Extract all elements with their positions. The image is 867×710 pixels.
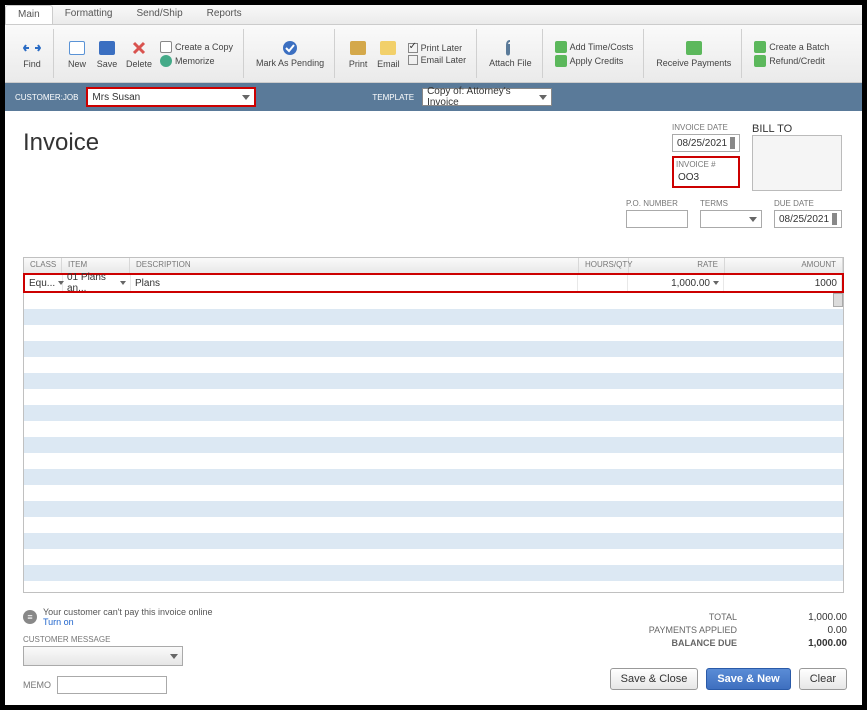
template-select[interactable]: Copy of: Attorney's Invoice [422,88,552,106]
totals: TOTAL1,000.00 PAYMENTS APPLIED0.00 BALAN… [649,611,847,650]
attach-button[interactable]: Attach File [485,37,536,70]
cell-hrs[interactable] [578,275,628,291]
create-batch-button[interactable]: Create a Batch [754,41,829,53]
save-new-button[interactable]: Save & New [706,668,790,690]
bill-to-label: BILL TO [752,123,842,135]
delete-button[interactable]: Delete [122,37,156,71]
disk-icon [98,39,116,57]
grid-row[interactable]: Equ... 01 Plans an... Plans 1,000.00 100… [25,275,842,291]
create-copy-button[interactable]: Create a Copy [160,41,233,53]
memo-input[interactable] [57,676,167,694]
memo-label: MEMO [23,680,51,690]
cell-desc[interactable]: Plans [131,275,578,291]
save-button[interactable]: Save [92,37,122,71]
calendar-icon [832,213,837,225]
col-item[interactable]: ITEM [62,258,130,273]
apply-credits-button[interactable]: Apply Credits [555,55,634,67]
memorize-button[interactable]: Memorize [160,55,233,67]
find-button[interactable]: Find [17,37,47,71]
col-desc[interactable]: DESCRIPTION [130,258,579,273]
paperclip-icon [501,39,519,57]
cell-item[interactable]: 01 Plans an... [63,275,131,291]
invoice-date-input[interactable]: 08/25/2021 [672,134,740,152]
tab-bar: Main Formatting Send/Ship Reports [5,5,862,25]
envelope-icon [379,39,397,57]
cell-amount[interactable]: 1000 [724,275,842,291]
clear-button[interactable]: Clear [799,668,847,690]
refund-button[interactable]: Refund/Credit [754,55,829,67]
terms-select[interactable] [700,210,762,228]
arrows-icon [23,39,41,57]
tab-main[interactable]: Main [5,5,53,24]
tab-reports[interactable]: Reports [195,5,254,24]
po-label: P.O. NUMBER [626,199,688,208]
x-icon [130,39,148,57]
scroll-handle[interactable] [833,293,843,307]
print-later-checkbox[interactable]: Print Later [408,43,467,53]
mark-pending-button[interactable]: Mark As Pending [252,37,328,70]
caret-icon [539,95,547,100]
caret-icon [120,281,126,285]
cell-class[interactable]: Equ... [25,275,63,291]
col-amount[interactable]: AMOUNT [725,258,843,273]
col-rate[interactable]: RATE [629,258,725,273]
grid-body[interactable] [23,293,844,593]
check-circle-icon [281,39,299,57]
caret-icon [749,217,757,222]
save-close-button[interactable]: Save & Close [610,668,699,690]
invoice-date-label: INVOICE DATE [672,123,740,132]
terms-label: TERMS [700,199,762,208]
po-input[interactable] [626,210,688,228]
print-button[interactable]: Print [343,37,373,71]
calendar-icon [730,137,735,149]
info-icon: ≡ [23,610,37,624]
bill-to-box[interactable] [752,135,842,191]
ribbon: Find New Save Delete Create a Copy Memor… [5,25,862,83]
checkbox-icon [408,55,418,65]
col-hrs[interactable]: HOURS/QTY [579,258,629,273]
col-class[interactable]: CLASS [24,258,62,273]
email-later-checkbox[interactable]: Email Later [408,55,467,65]
document-icon [68,39,86,57]
money-icon [685,39,703,57]
email-button[interactable]: Email [373,37,404,71]
checkbox-icon [408,43,418,53]
invoice-num-input[interactable]: OO3 [676,171,736,184]
printer-icon [349,39,367,57]
caret-icon [713,281,719,285]
invoice-num-label: INVOICE # [676,160,736,169]
tab-sendship[interactable]: Send/Ship [124,5,194,24]
template-label: TEMPLATE [372,93,414,102]
caret-icon [242,95,250,100]
grid-header: CLASS ITEM DESCRIPTION HOURS/QTY RATE AM… [23,257,844,273]
add-time-button[interactable]: Add Time/Costs [555,41,634,53]
due-date-label: DUE DATE [774,199,842,208]
cell-rate[interactable]: 1,000.00 [628,275,724,291]
caret-icon [170,654,178,659]
customer-select[interactable]: Mrs Susan [86,87,256,107]
turn-on-link[interactable]: Turn on [43,617,74,627]
header-bar: CUSTOMER:JOB Mrs Susan TEMPLATE Copy of:… [5,83,862,111]
receive-payments-button[interactable]: Receive Payments [652,37,735,70]
customer-label: CUSTOMER:JOB [15,93,78,102]
tab-formatting[interactable]: Formatting [53,5,125,24]
due-date-input[interactable]: 08/25/2021 [774,210,842,228]
customer-message-select[interactable] [23,646,183,666]
new-button[interactable]: New [62,37,92,71]
